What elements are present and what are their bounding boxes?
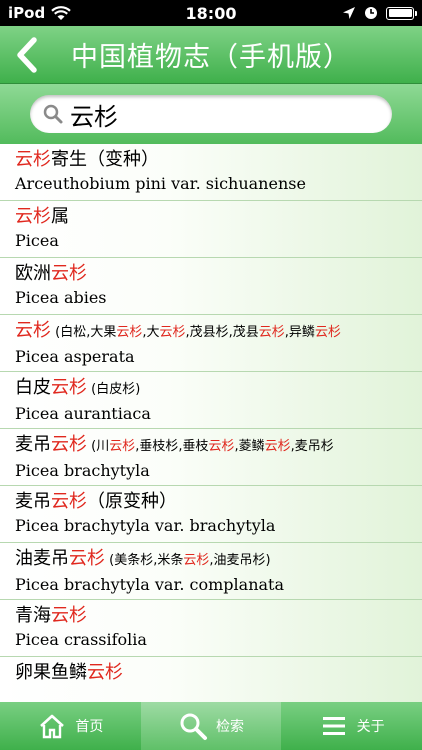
name-text: ,麦吊杉	[290, 439, 334, 454]
result-row[interactable]: 卵果鱼鳞云杉	[0, 657, 422, 702]
tab-label: 关于	[356, 719, 385, 735]
result-row[interactable]: 欧洲云杉 Picea abies	[0, 258, 422, 315]
magnifier-icon	[43, 104, 63, 124]
search-highlight: 云杉	[208, 439, 235, 454]
result-row[interactable]: 油麦吊云杉 (美条杉,米条云杉,油麦吊杉) Picea brachytyla va…	[0, 543, 422, 600]
search-highlight: 云杉	[258, 325, 285, 340]
latin-name: Picea	[15, 231, 59, 250]
status-time: 18:00	[185, 3, 237, 23]
chinese-name: 麦吊云杉（原变种）	[15, 490, 407, 514]
tab-label: 首页	[75, 719, 104, 735]
search-highlight: 云杉	[51, 263, 87, 284]
name-text: 卵果鱼鳞	[15, 662, 87, 683]
navigation-bar: 中国植物志（手机版）	[0, 26, 422, 84]
search-highlight: 云杉	[314, 325, 341, 340]
latin-name: Picea asperata	[15, 347, 135, 366]
name-text: 麦吊	[15, 434, 51, 455]
chevron-left-icon	[17, 36, 37, 73]
name-text: ,垂枝杉,垂枝	[135, 439, 209, 454]
name-text: 白皮	[15, 377, 51, 398]
name-text: 青海	[15, 605, 51, 626]
search-highlight: 云杉	[183, 553, 210, 568]
name-text: ,油麦吊杉)	[209, 553, 271, 568]
chinese-name: 油麦吊云杉 (美条杉,米条云杉,油麦吊杉)	[15, 547, 407, 573]
battery-icon	[386, 6, 417, 20]
result-row[interactable]: 青海云杉 Picea crassifolia	[0, 600, 422, 657]
back-button[interactable]	[0, 26, 54, 84]
status-bar: iPod 18:00	[0, 0, 422, 26]
search-highlight: 云杉	[87, 662, 123, 683]
name-text: （原变种）	[87, 491, 177, 512]
name-text: ,茂县杉,茂县	[185, 325, 259, 340]
name-text: 麦吊	[15, 491, 51, 512]
name-text: (白皮杉)	[87, 382, 141, 397]
search-highlight: 云杉	[15, 149, 51, 170]
search-highlight: 云杉	[51, 377, 87, 398]
tab-label: 检索	[216, 719, 244, 735]
latin-name: Picea brachytyla var. brachytyla	[15, 516, 276, 535]
name-text: 属	[51, 206, 69, 227]
chinese-name: 麦吊云杉 (川云杉,垂枝杉,垂枝云杉,菱鳞云杉,麦吊杉	[15, 433, 407, 459]
tab-home[interactable]: 首页	[0, 702, 141, 750]
search-highlight: 云杉	[264, 439, 291, 454]
name-text: ,大	[142, 325, 160, 340]
name-text: ,菱鳞	[234, 439, 265, 454]
latin-name: Picea crassifolia	[15, 630, 147, 649]
name-text: 油麦吊	[15, 548, 69, 569]
result-row[interactable]: 云杉 (白松,大果云杉,大云杉,茂县杉,茂县云杉,异鳞云杉 Picea asper…	[0, 315, 422, 372]
search-highlight: 云杉	[15, 206, 51, 227]
latin-name: Picea aurantiaca	[15, 404, 151, 423]
search-highlight: 云杉	[51, 605, 87, 626]
chinese-name: 云杉寄生（变种）	[15, 148, 407, 172]
wifi-icon	[51, 5, 71, 20]
carrier-label: iPod	[8, 4, 46, 22]
search-icon	[180, 713, 207, 740]
clock-icon	[365, 7, 377, 19]
result-row[interactable]: 白皮云杉 (白皮杉) Picea aurantiaca	[0, 372, 422, 429]
tab-search[interactable]: 检索	[140, 702, 282, 750]
chinese-name: 白皮云杉 (白皮杉)	[15, 376, 407, 402]
search-highlight: 云杉	[69, 548, 105, 569]
page-title: 中国植物志（手机版）	[71, 42, 351, 73]
search-highlight: 云杉	[159, 325, 186, 340]
search-highlight: 云杉	[51, 491, 87, 512]
home-icon	[40, 714, 65, 739]
latin-name: Picea brachytyla	[15, 461, 150, 480]
latin-name: Picea brachytyla var. complanata	[15, 575, 284, 594]
name-text: ,异鳞	[284, 325, 315, 340]
latin-name: Arceuthobium pini var. sichuanense	[15, 174, 306, 193]
search-highlight: 云杉	[109, 439, 136, 454]
chinese-name: 云杉属	[15, 205, 407, 229]
search-highlight: 云杉	[51, 434, 87, 455]
tab-bar: 首页 检索 关于	[0, 702, 422, 750]
search-field[interactable]	[30, 95, 392, 133]
search-bar	[0, 84, 422, 144]
name-text: (白松,大果	[51, 325, 117, 340]
chinese-name: 卵果鱼鳞云杉	[15, 661, 407, 685]
location-arrow-icon	[343, 7, 355, 19]
result-row[interactable]: 云杉属 Picea	[0, 201, 422, 258]
latin-name: Picea abies	[15, 288, 107, 307]
chinese-name: 欧洲云杉	[15, 262, 407, 286]
result-row[interactable]: 麦吊云杉（原变种） Picea brachytyla var. brachytyl…	[0, 486, 422, 543]
name-text: (美条杉,米条	[105, 553, 184, 568]
name-text: 寄生（变种）	[51, 149, 159, 170]
list-icon	[322, 717, 345, 735]
search-highlight: 云杉	[116, 325, 143, 340]
name-text: (川	[87, 439, 110, 454]
search-highlight: 云杉	[15, 320, 51, 341]
chinese-name: 云杉 (白松,大果云杉,大云杉,茂县杉,茂县云杉,异鳞云杉	[15, 319, 407, 345]
name-text: 欧洲	[15, 263, 51, 284]
result-list[interactable]: 云杉寄生（变种） Arceuthobium pini var. sichuanen…	[0, 144, 422, 702]
search-input[interactable]	[70, 100, 360, 128]
chinese-name: 青海云杉	[15, 604, 407, 628]
result-row[interactable]: 云杉寄生（变种） Arceuthobium pini var. sichuanen…	[0, 144, 422, 201]
result-row[interactable]: 麦吊云杉 (川云杉,垂枝杉,垂枝云杉,菱鳞云杉,麦吊杉 Picea brachyt…	[0, 429, 422, 486]
tab-list[interactable]: 关于	[281, 702, 422, 750]
